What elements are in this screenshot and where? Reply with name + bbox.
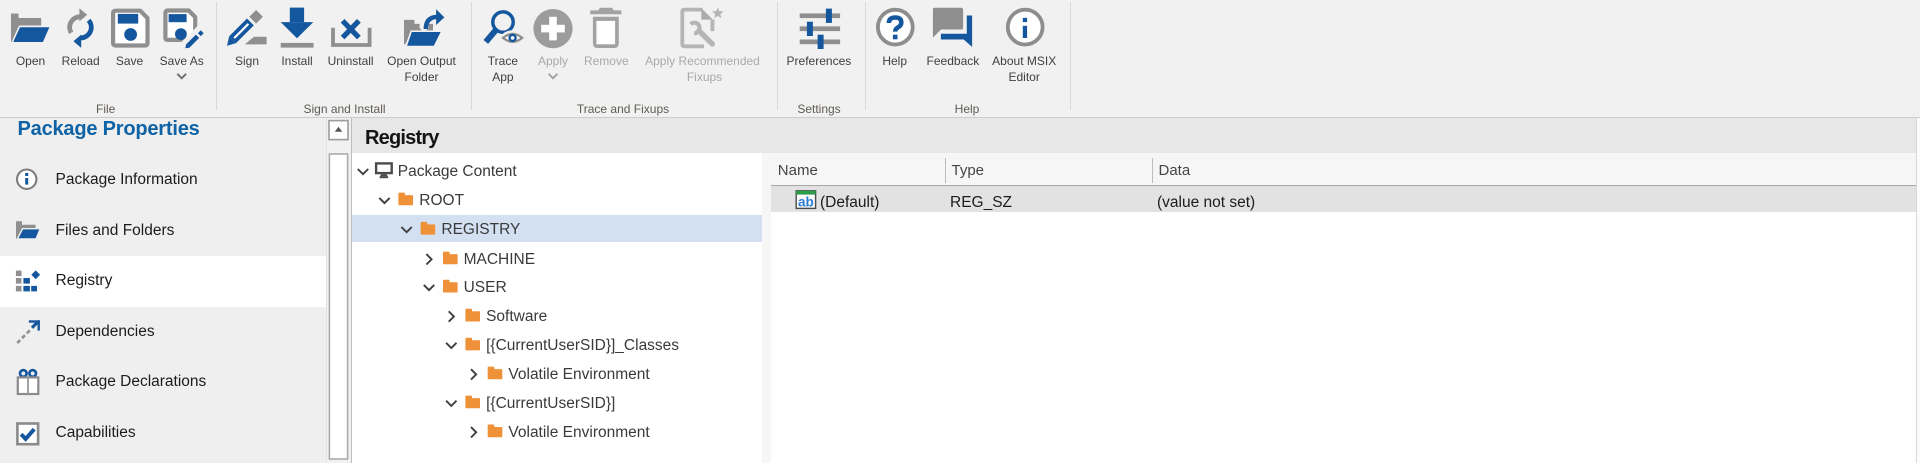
svg-text:ab: ab [798, 194, 814, 209]
